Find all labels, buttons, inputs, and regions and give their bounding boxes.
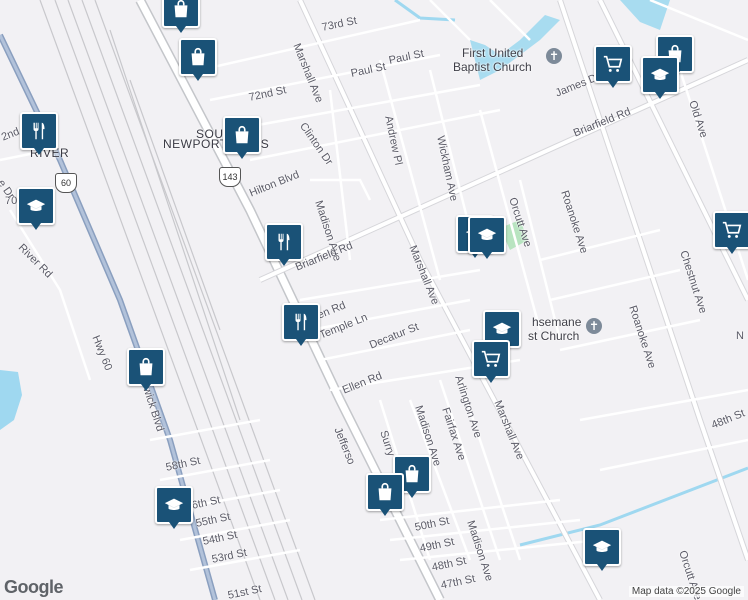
grocery-cart-icon-marker[interactable] <box>472 340 510 383</box>
school-icon-marker[interactable] <box>17 187 55 230</box>
shopping-bag-icon-marker[interactable] <box>366 473 404 516</box>
restaurant-icon <box>33 122 45 140</box>
school-icon <box>650 68 670 81</box>
restaurant-icon <box>278 233 290 251</box>
shopping-bag-icon-marker[interactable] <box>179 38 217 81</box>
map-canvas[interactable]: 73rd St Paul St Paul St 72nd St Clinton Dr An… <box>0 0 748 600</box>
restaurant-icon <box>295 313 307 331</box>
poi-label: st Church <box>528 329 580 343</box>
shopping-bag-icon <box>405 464 419 483</box>
street-label: N <box>736 330 744 342</box>
school-icon-marker[interactable] <box>155 486 193 529</box>
shopping-bag-icon <box>139 357 153 376</box>
restaurant-icon-marker[interactable] <box>265 223 303 266</box>
shopping-bag-icon <box>378 482 392 501</box>
grocery-cart-icon-marker[interactable] <box>594 45 632 88</box>
school-icon-marker[interactable] <box>468 216 506 259</box>
school-icon-marker[interactable] <box>641 56 679 99</box>
map-attribution[interactable]: Map data ©2025 Google <box>628 586 744 597</box>
route-shield-icon: 60 <box>55 173 77 193</box>
school-icon <box>492 322 512 335</box>
shopping-bag-icon <box>235 125 249 144</box>
restaurant-icon-marker[interactable] <box>20 112 58 155</box>
grocery-cart-icon <box>603 55 623 72</box>
route-shield-icon: 143 <box>219 167 241 187</box>
school-icon-marker[interactable] <box>583 528 621 571</box>
restaurant-icon-marker[interactable] <box>282 303 320 346</box>
school-icon <box>164 498 184 511</box>
shopping-bag-icon-marker[interactable] <box>223 116 261 159</box>
church-icon: ✝ <box>586 318 602 334</box>
google-logo: Google <box>4 577 64 597</box>
poi-label: First United <box>462 46 524 60</box>
shopping-bag-icon <box>191 47 205 66</box>
poi-label: hsemane <box>532 315 582 329</box>
grocery-cart-icon-marker[interactable] <box>713 211 748 254</box>
school-icon <box>477 228 497 241</box>
church-icon: ✝ <box>546 48 562 64</box>
school-icon <box>592 540 612 553</box>
shopping-bag-icon-marker[interactable] <box>162 0 200 33</box>
grocery-cart-icon <box>481 350 501 367</box>
shopping-bag-icon <box>174 0 188 18</box>
grocery-cart-icon <box>722 221 742 238</box>
school-icon <box>26 199 46 212</box>
shopping-bag-icon-marker[interactable] <box>127 348 165 391</box>
poi-label: Baptist Church <box>453 60 532 74</box>
